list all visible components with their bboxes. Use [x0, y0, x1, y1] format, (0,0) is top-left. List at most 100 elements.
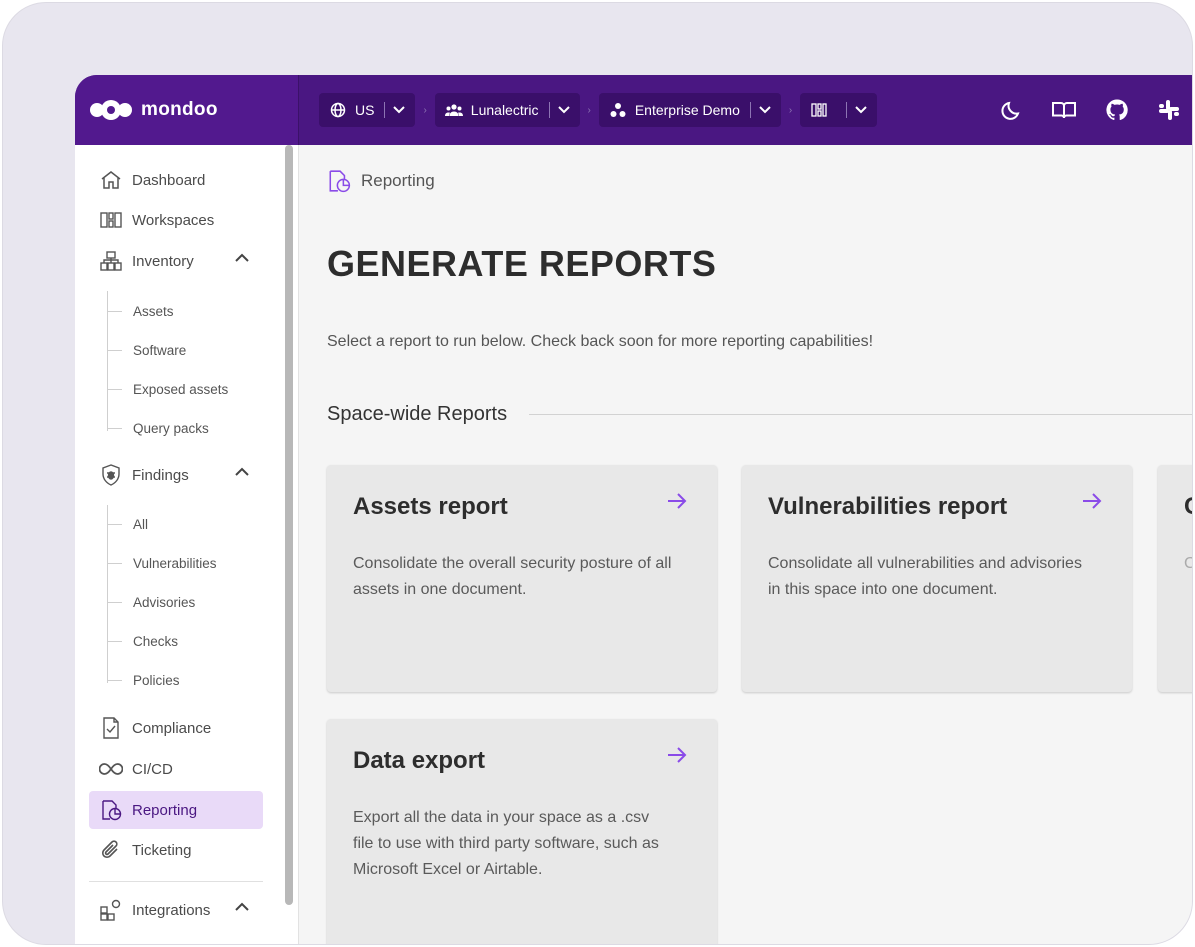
sidebar-item-label: CI/CD [132, 760, 173, 778]
sidebar-subitem-label: Query packs [133, 420, 209, 436]
app-window: mondoo US › Lunalectric › Enterprise Dem… [75, 75, 1192, 944]
sidebar-item-label: Workspaces [132, 211, 215, 229]
sidebar-item-label: Ticketing [132, 841, 192, 859]
section-divider [529, 414, 1192, 415]
workspace-selector[interactable] [800, 93, 878, 127]
sidebar-item-label: Integrations [132, 901, 211, 919]
arrow-right-icon[interactable] [667, 493, 687, 509]
sidebar-item-workspaces[interactable]: Workspaces [89, 201, 263, 239]
main-content: Reporting GENERATE REPORTS Select a repo… [299, 145, 1192, 944]
top-actions [1001, 75, 1181, 145]
organization-selector[interactable]: Lunalectric [434, 93, 580, 127]
chevron-down-icon[interactable] [557, 106, 570, 114]
sidebar-item-label: Compliance [132, 719, 212, 737]
sidebar-subitem-query-packs[interactable]: Query packs [107, 413, 209, 443]
chevron-right-icon: › [587, 104, 591, 116]
report-card-assets[interactable]: Assets report Consolidate the overall se… [327, 465, 717, 692]
region-selector[interactable]: US [319, 93, 416, 127]
sidebar-subitem-vulnerabilities[interactable]: Vulnerabilities [107, 548, 217, 578]
top-bar: mondoo US › Lunalectric › Enterprise Dem… [75, 75, 1192, 145]
chevron-down-icon[interactable] [393, 106, 406, 114]
sidebar-subitem-label: Vulnerabilities [133, 555, 217, 571]
divider [749, 102, 751, 118]
sidebar-item-inventory[interactable]: Inventory [89, 242, 263, 280]
users-icon [444, 103, 463, 117]
sidebar-item-label: Reporting [132, 801, 198, 819]
card-description: C [1184, 551, 1192, 577]
sidebar-scrollbar[interactable] [285, 145, 293, 905]
space-label: Enterprise Demo [634, 102, 740, 118]
arrow-right-icon[interactable] [667, 747, 687, 763]
compliance-icon [99, 717, 123, 739]
sidebar-item-label: Inventory [132, 252, 194, 270]
sidebar-item-dashboard[interactable]: Dashboard [89, 161, 263, 199]
paperclip-icon [99, 840, 123, 860]
github-icon[interactable] [1105, 98, 1129, 122]
sidebar-subitem-label: Policies [133, 672, 180, 688]
sidebar-subitem-label: Advisories [133, 594, 196, 610]
divider [846, 102, 848, 118]
page-description: Select a report to run below. Check back… [327, 333, 874, 350]
sidebar-subitem-exposed-assets[interactable]: Exposed assets [107, 374, 228, 404]
mondoo-logo-icon [89, 99, 133, 121]
sidebar-item-integrations[interactable]: Integrations [89, 891, 263, 929]
chevron-down-icon[interactable] [855, 106, 867, 114]
report-card-vulnerabilities[interactable]: Vulnerabilities report Consolidate all v… [742, 465, 1132, 692]
divider [548, 102, 550, 118]
card-title: Vulnerabilities report [768, 493, 1008, 520]
chevron-up-icon[interactable] [235, 467, 249, 476]
context-switcher: US › Lunalectric › Enterprise Demo › [319, 93, 878, 127]
report-card-partial[interactable]: C C [1158, 465, 1192, 692]
sidebar-subitem-policies[interactable]: Policies [107, 665, 180, 695]
home-icon [99, 170, 123, 190]
card-description: Consolidate the overall security posture… [353, 555, 672, 598]
sidebar-item-ci-cd[interactable]: CI/CD [89, 750, 263, 788]
card-description: Consolidate all vulnerabilities and advi… [768, 555, 1082, 598]
section-header: Space-wide Reports [327, 403, 1192, 426]
reporting-icon [327, 169, 351, 193]
chevron-up-icon[interactable] [235, 253, 249, 262]
chevron-right-icon: › [423, 104, 427, 116]
sidebar-subitem-all[interactable]: All [107, 509, 148, 539]
workspaces-icon [99, 211, 123, 229]
moon-icon[interactable] [1001, 99, 1023, 121]
space-selector[interactable]: Enterprise Demo [598, 93, 781, 127]
workspaces-icon [810, 103, 828, 117]
chevron-down-icon[interactable] [759, 106, 771, 114]
region-label: US [355, 102, 375, 118]
brand[interactable]: mondoo [75, 75, 299, 145]
card-title: Assets report [353, 493, 508, 520]
sidebar-divider [89, 881, 263, 882]
sidebar-item-label: Findings [132, 466, 189, 484]
report-card-data-export[interactable]: Data export Export all the data in your … [327, 719, 717, 944]
sidebar-subitem-label: Software [133, 342, 187, 358]
sidebar-subitem-advisories[interactable]: Advisories [107, 587, 195, 617]
sidebar: Dashboard Workspaces Inventory Assets So… [75, 145, 299, 944]
slack-icon[interactable] [1157, 98, 1181, 122]
breadcrumb-label[interactable]: Reporting [361, 171, 435, 191]
globe-icon [329, 102, 347, 118]
section-title: Space-wide Reports [327, 403, 508, 425]
sidebar-subitem-software[interactable]: Software [107, 335, 186, 365]
sidebar-subitem-assets[interactable]: Assets [107, 296, 174, 326]
sidebar-subitem-label: Exposed assets [133, 381, 229, 397]
infinity-icon [99, 762, 123, 776]
book-icon[interactable] [1051, 100, 1077, 120]
sidebar-subitem-checks[interactable]: Checks [107, 626, 178, 656]
sidebar-item-reporting[interactable]: Reporting [89, 791, 263, 829]
reporting-icon [99, 799, 123, 821]
divider [384, 102, 386, 118]
sidebar-subitem-label: All [133, 516, 149, 532]
chevron-up-icon[interactable] [235, 902, 249, 911]
sidebar-item-compliance[interactable]: Compliance [89, 709, 263, 747]
organization-label: Lunalectric [470, 102, 539, 118]
page-title: GENERATE REPORTS [327, 243, 717, 284]
sidebar-item-ticketing[interactable]: Ticketing [89, 831, 263, 869]
card-title: C [1184, 493, 1192, 521]
arrow-right-icon[interactable] [1082, 493, 1102, 509]
sidebar-item-findings[interactable]: Findings [89, 456, 263, 494]
shield-bug-icon [99, 464, 123, 486]
brand-name: mondoo [141, 99, 218, 120]
device-frame: mondoo US › Lunalectric › Enterprise Dem… [2, 2, 1193, 945]
integrations-icon [99, 899, 123, 921]
